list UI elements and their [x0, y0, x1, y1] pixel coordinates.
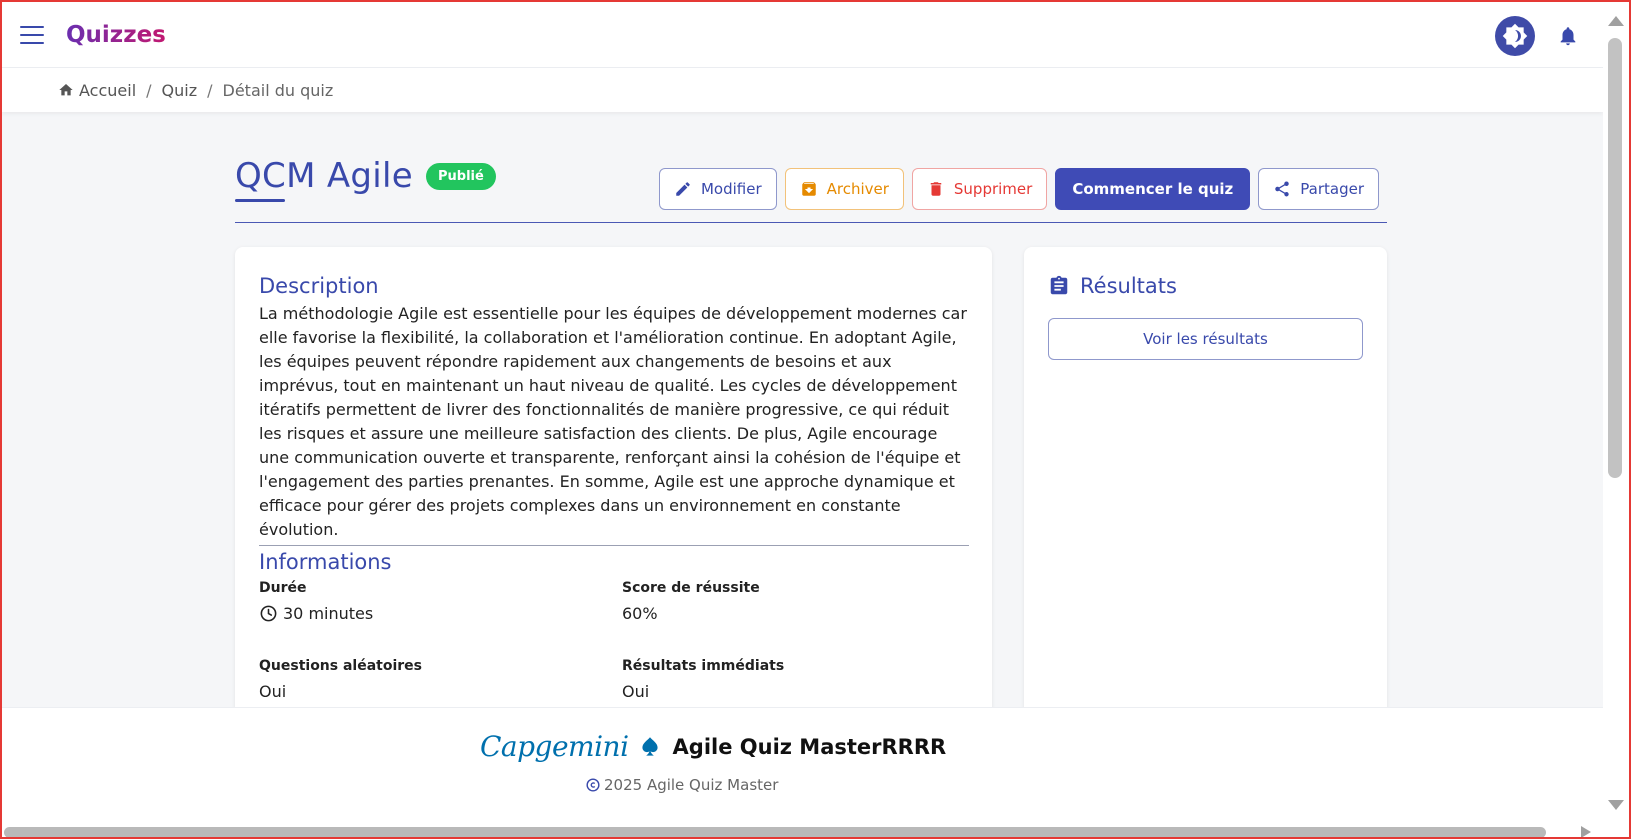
clock-icon	[260, 605, 277, 622]
breadcrumb-separator: /	[146, 80, 152, 100]
breadcrumb-home[interactable]: Accueil	[58, 81, 136, 100]
immediate-value: Oui	[622, 682, 650, 701]
edit-button-label: Modifier	[700, 180, 762, 198]
theme-toggle-button[interactable]	[1495, 16, 1535, 56]
scroll-up-icon[interactable]	[1608, 16, 1624, 26]
archive-icon	[801, 182, 816, 196]
quiz-header: QCM Agile Publié Modifier Archiver Suppr…	[235, 150, 1387, 223]
footer-app-name: Agile Quiz MasterRRRR	[672, 734, 947, 759]
immediate-label: Résultats immédiats	[622, 658, 785, 674]
footer-copyright: 2025 Agile Quiz Master	[586, 776, 778, 794]
topbar-actions	[1495, 16, 1579, 56]
results-card: Résultats Voir les résultats	[1024, 247, 1387, 717]
edit-button[interactable]: Modifier	[658, 168, 777, 210]
copyright-icon	[586, 778, 600, 792]
view-results-button[interactable]: Voir les résultats	[1048, 318, 1363, 360]
info-score: Score de réussite 60%	[622, 580, 952, 658]
breadcrumb-quiz[interactable]: Quiz	[162, 81, 198, 100]
footer-brand: Capgemini Agile Quiz MasterRRRR	[480, 730, 946, 763]
duration-value: 30 minutes	[283, 604, 374, 623]
description-heading: Description	[259, 274, 379, 298]
capgemini-logo: Capgemini	[480, 730, 629, 763]
share-icon	[1275, 181, 1290, 197]
duration-label: Durée	[259, 580, 307, 596]
app-title: Quizzes	[66, 21, 166, 48]
pencil-icon	[676, 182, 690, 196]
info-duration: Durée 30 minutes	[259, 580, 622, 658]
top-app-bar: Quizzes	[2, 2, 1603, 68]
trash-icon	[930, 182, 942, 196]
quiz-details-card: Description La méthodologie Agile est es…	[235, 247, 992, 717]
section-divider	[259, 545, 969, 546]
menu-icon[interactable]	[20, 25, 44, 44]
vertical-scroll-thumb[interactable]	[1608, 38, 1622, 478]
clipboard-icon	[1050, 275, 1068, 295]
start-quiz-button[interactable]: Commencer le quiz	[1055, 168, 1251, 210]
footer: Capgemini Agile Quiz MasterRRRR 2025 Agi…	[2, 707, 1603, 825]
scroll-down-icon[interactable]	[1608, 800, 1624, 810]
breadcrumb-separator: /	[207, 80, 213, 100]
random-label: Questions aléatoires	[259, 658, 423, 674]
delete-button-label: Supprimer	[953, 180, 1033, 198]
quiz-actions: Modifier Archiver Supprimer Commencer le…	[658, 168, 1379, 210]
score-label: Score de réussite	[622, 580, 760, 596]
results-header: Résultats	[1048, 274, 1363, 298]
share-button-label: Partager	[1300, 180, 1364, 198]
spade-icon	[641, 736, 658, 756]
duration-value-row: 30 minutes	[259, 604, 622, 623]
delete-button[interactable]: Supprimer	[911, 168, 1048, 210]
breadcrumb-home-label: Accueil	[79, 80, 137, 100]
bell-icon[interactable]	[1557, 25, 1579, 47]
status-badge: Publié	[426, 163, 496, 190]
theme-toggle-icon	[1502, 23, 1528, 49]
share-button[interactable]: Partager	[1258, 168, 1379, 210]
breadcrumb-current: Détail du quiz	[223, 81, 334, 100]
horizontal-scroll-thumb[interactable]	[4, 827, 1546, 838]
scroll-right-icon[interactable]	[1581, 826, 1591, 838]
score-value: 60%	[622, 604, 658, 623]
copyright-text: 2025 Agile Quiz Master	[604, 776, 779, 794]
informations-heading: Informations	[259, 550, 392, 574]
archive-button[interactable]: Archiver	[784, 168, 904, 210]
breadcrumb: Accueil / Quiz / Détail du quiz	[2, 68, 1603, 112]
title-underline	[235, 199, 285, 202]
description-text: La méthodologie Agile est essentielle po…	[259, 304, 967, 539]
results-heading: Résultats	[1080, 274, 1177, 298]
breadcrumb-quiz-label: Quiz	[161, 80, 198, 100]
home-icon	[59, 84, 73, 96]
breadcrumb-current-label: Détail du quiz	[222, 80, 334, 100]
archive-button-label: Archiver	[826, 180, 889, 198]
page-title: QCM Agile	[235, 156, 413, 196]
random-value: Oui	[259, 682, 287, 701]
